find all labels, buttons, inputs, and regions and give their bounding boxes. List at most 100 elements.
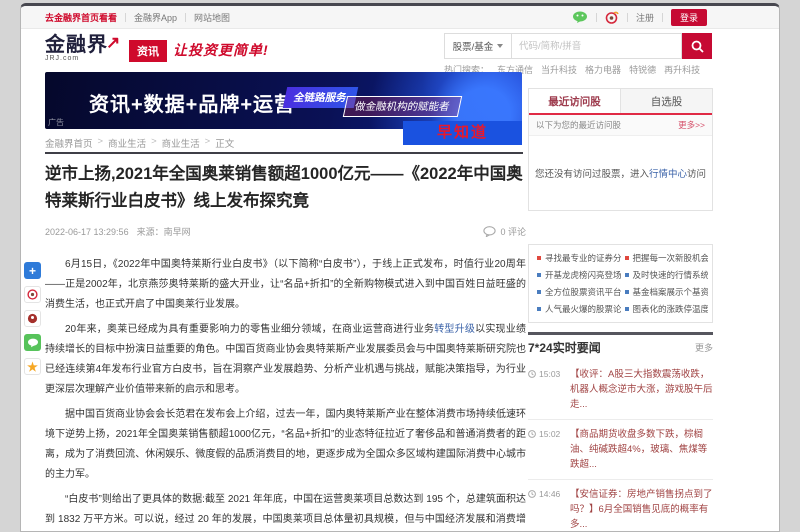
article-body: 6月15日，《2022年中国奥特莱斯行业白皮书》（以下简称“白皮书”），于线上正… (45, 255, 526, 532)
source-label: 来源： (137, 225, 164, 238)
hot-search-link[interactable]: 再升科技 (664, 63, 700, 76)
tab-recent-stocks[interactable]: 最近访问股 (529, 89, 620, 113)
feature-link[interactable]: 开基龙虎榜闪亮登场 (533, 269, 621, 281)
paragraph: 6月15日，《2022年中国奥特莱斯行业白皮书》（以下简称“白皮书”），于线上正… (45, 255, 526, 315)
breadcrumb-home[interactable]: 金融界首页 (45, 136, 93, 150)
chevron-down-icon (497, 44, 503, 48)
breadcrumb-separator: > (205, 136, 211, 150)
wechat-share-icon[interactable] (24, 334, 41, 351)
stocks-tabs: 最近访问股 自选股 (529, 89, 712, 115)
recent-stocks-more-link[interactable]: 更多>> (678, 119, 705, 131)
title-divider (45, 152, 523, 154)
topbar-left: 去金融界首页看看 金融界App 网站地图 (21, 11, 230, 24)
feature-label: 及时快速的行情系统 (633, 269, 709, 281)
news-item[interactable]: 15:02 【商品期货收盘多数下跌，棕榈油、纯碱跌超4%，玻璃、焦煤等跌超... (528, 420, 713, 480)
breadcrumb-section[interactable]: 商业生活 (162, 136, 200, 150)
feature-label: 把握每一次新股机会 (633, 252, 709, 264)
feature-link[interactable]: 及时快速的行情系统 (621, 269, 709, 281)
search-button[interactable] (682, 33, 712, 59)
features-widget: 寻找最专业的证券分析师 把握每一次新股机会 开基龙虎榜闪亮登场 及时快速的行情系… (528, 244, 713, 323)
register-link[interactable]: 注册 (636, 11, 654, 24)
search-icon (691, 40, 704, 53)
paragraph: “白皮书”则给出了更具体的数据:截至 2021 年年底，中国在运营奥莱项目总数达… (45, 490, 526, 532)
feature-label: 人气最火爆的股票论坛 (545, 303, 621, 315)
sina-weibo-share-icon[interactable] (24, 286, 41, 303)
market-center-link[interactable]: 行情中心 (649, 166, 687, 180)
top-utility-bar: 去金融界首页看看 金融界App 网站地图 注册 登录 (21, 6, 779, 29)
news-timestamp: 14:46 (539, 489, 560, 499)
news-timestamp: 15:03 (539, 369, 560, 379)
separator (185, 13, 186, 22)
news-time: 15:02 (528, 427, 565, 439)
realtime-news-widget: 7*24实时要闻 更多 15:03 【收评：A股三大指数震荡收跌，机器人概念逆市… (528, 332, 713, 532)
search-category-dropdown[interactable]: 股票/基金 (444, 33, 512, 59)
search-category-label: 股票/基金 (453, 39, 494, 53)
breadcrumb-current: 正文 (215, 136, 234, 150)
logo-text-block: 金融界 JRJ.com (45, 35, 108, 62)
source-name[interactable]: 南早网 (164, 225, 191, 238)
separator (662, 13, 663, 22)
jrj-home-link[interactable]: 去金融界首页看看 (45, 11, 117, 24)
hot-search-link[interactable]: 格力电器 (585, 63, 621, 76)
news-time: 14:46 (528, 487, 565, 499)
news-item[interactable]: 15:03 【收评：A股三大指数震荡收跌，机器人概念逆市大涨，游戏股午后走... (528, 360, 713, 420)
comment-bubble-icon (483, 226, 496, 237)
article-title: 逆市上扬,2021年全国奥莱销售额超1000亿元——《2022年中国奥特莱斯行业… (45, 161, 526, 214)
logo-domain: JRJ.com (45, 55, 108, 62)
clock-icon (528, 490, 536, 498)
bullet-icon (625, 256, 629, 260)
hot-search-link[interactable]: 当升科技 (541, 63, 577, 76)
feature-link[interactable]: 基金档案展示个基资料 (621, 286, 709, 298)
qq-share-icon[interactable] (24, 310, 41, 327)
news-item[interactable]: 14:46 【安信证券：房地产销售拐点到了吗？】6月全国销售见底的概率有多... (528, 480, 713, 532)
weibo-icon[interactable] (605, 11, 619, 24)
bullet-icon (537, 307, 541, 311)
logo-text: 金融界 (45, 35, 108, 55)
feature-link[interactable]: 图表化的涨跌停温度计 (621, 303, 709, 315)
feature-link[interactable]: 人气最火爆的股票论坛 (533, 303, 621, 315)
zaozhidao-cta-button[interactable]: 早知道 (403, 121, 522, 145)
paragraph: 20年来，奥莱已经成为具有重要影响力的零售业细分领域，在商业运营商进行业务转型升… (45, 320, 526, 400)
tab-watchlist[interactable]: 自选股 (620, 89, 712, 113)
search-input[interactable] (512, 33, 682, 59)
bullet-icon (625, 307, 629, 311)
news-time: 15:03 (528, 367, 565, 379)
sitemap-link[interactable]: 网站地图 (194, 11, 230, 24)
search-bar: 股票/基金 (444, 33, 712, 59)
news-text: 【收评：A股三大指数震荡收跌，机器人概念逆市大涨，游戏股午后走... (570, 367, 713, 412)
news-header: 7*24实时要闻 更多 (528, 335, 713, 360)
feature-link[interactable]: 寻找最专业的证券分析师 (533, 252, 621, 264)
comment-entry[interactable]: 0 评论 (483, 225, 526, 238)
news-text: 【安信证券：房地产销售拐点到了吗？】6月全国销售见底的概率有多... (570, 487, 713, 532)
feature-link[interactable]: 全方位股票资讯平台 (533, 286, 621, 298)
channel-badge-zixun[interactable]: 资讯 (129, 40, 167, 62)
share-expand-icon[interactable]: + (24, 262, 41, 279)
news-more-link[interactable]: 更多 (695, 341, 713, 354)
stocks-widget: 最近访问股 自选股 以下为您的最近访问股 更多>> 您还没有访问过股票，进入行情… (528, 88, 713, 211)
separator (596, 13, 597, 22)
jrj-app-link[interactable]: 金融界App (134, 11, 177, 24)
paragraph-text: 20年来，奥莱已经成为具有重要影响力的零售业细分领域，在商业运营商进行业务 (65, 324, 434, 335)
separator (627, 13, 628, 22)
feature-label: 基金档案展示个基资料 (633, 286, 709, 298)
feature-label: 图表化的涨跌停温度计 (633, 303, 709, 315)
comment-count: 0 评论 (500, 225, 526, 238)
news-timestamp: 15:02 (539, 429, 560, 439)
favorite-star-icon[interactable]: ★ (24, 358, 41, 375)
hot-search-link[interactable]: 特锐德 (629, 63, 656, 76)
topbar-right: 注册 登录 (572, 9, 779, 26)
clock-icon (528, 430, 536, 438)
empty-text: 访问 (687, 166, 706, 180)
banner-headline: 资讯+数据+品牌+运营 (89, 88, 295, 117)
recent-stocks-empty-state: 您还没有访问过股票，进入行情中心访问 (529, 136, 712, 210)
jrj-logo[interactable]: 金融界 JRJ.com ↗ (45, 35, 120, 62)
inline-keyword-link[interactable]: 转型升级 (434, 324, 475, 335)
feature-link[interactable]: 把握每一次新股机会 (621, 252, 709, 264)
separator (125, 13, 126, 22)
news-title: 7*24实时要闻 (528, 339, 601, 356)
breadcrumb-channel[interactable]: 商业生活 (108, 136, 146, 150)
feature-label: 开基龙虎榜闪亮登场 (545, 269, 621, 281)
wechat-icon[interactable] (572, 11, 588, 24)
recent-stocks-subheader: 以下为您的最近访问股 更多>> (529, 115, 712, 136)
login-button[interactable]: 登录 (671, 9, 707, 26)
